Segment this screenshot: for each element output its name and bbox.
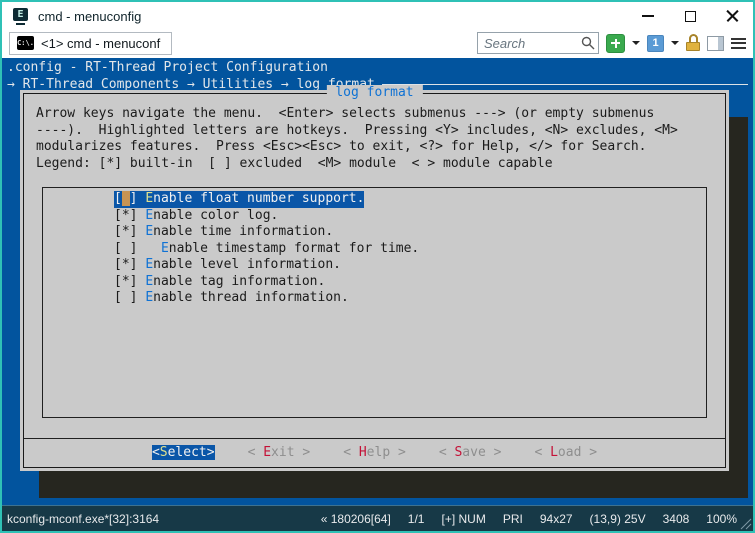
status-right: « 180206[64] 1/1 [+] NUM PRI 94x27 (13,9) 25V… (304, 512, 737, 526)
kconfig-header: .config - RT-Thread Project Configuratio… (7, 60, 328, 75)
tab-label: <1> cmd - menuconf (41, 36, 160, 51)
window-title: cmd - menuconfig (38, 9, 141, 24)
breadcrumb-rule (382, 84, 748, 85)
menu-item[interactable]: [*] Enable color log. (114, 208, 706, 225)
instruction-line: ----). Highlighted letters are hotkeys. … (36, 123, 678, 140)
dialog-instructions: Arrow keys navigate the menu. <Enter> se… (36, 106, 678, 172)
status-segment: 100% (706, 512, 737, 526)
status-segment: « 180206[64] (321, 512, 391, 526)
menu-item[interactable]: [ ] Enable float number support. (114, 191, 706, 208)
close-icon (726, 10, 739, 23)
cmd-icon: C:\. (17, 36, 34, 50)
menu-list: [ ] Enable float number support.[*] Enab… (42, 187, 707, 418)
menu-item[interactable]: [ ] Enable thread information. (114, 290, 706, 307)
resize-grip[interactable] (737, 515, 752, 530)
status-bar: kconfig-mconf.exe*[32]:3164 « 180206[64]… (2, 505, 753, 531)
help-button[interactable]: < Help > (343, 445, 406, 460)
menu-item[interactable]: [*] Enable tag information. (114, 274, 706, 291)
status-process: kconfig-mconf.exe*[32]:3164 (7, 512, 159, 526)
status-segment: [+] NUM (441, 512, 485, 526)
dialog-title: log format (326, 85, 422, 100)
menu-item[interactable]: [ ] Enable timestamp format for time. (114, 241, 706, 258)
select-button[interactable]: <Select> (152, 445, 215, 460)
log-format-dialog: log format Arrow keys navigate the menu.… (20, 90, 729, 471)
maximize-button[interactable] (669, 2, 711, 30)
close-button[interactable] (711, 2, 753, 30)
tab-bar: C:\. <1> cmd - menuconf 1 (2, 30, 753, 58)
toolbar: 1 (477, 32, 746, 54)
maximize-icon (685, 11, 696, 22)
search-box (477, 32, 599, 54)
status-segment: PRI (503, 512, 523, 526)
status-segment: 1/1 (408, 512, 425, 526)
status-segment: 94x27 (540, 512, 573, 526)
active-console-button[interactable]: 1 (647, 35, 664, 52)
console-list-dropdown-icon[interactable] (671, 41, 679, 45)
dialog-frame: log format Arrow keys navigate the menu.… (23, 93, 726, 468)
title-bar: E cmd - menuconfig (2, 2, 753, 30)
button-separator (24, 438, 725, 439)
new-console-button[interactable] (606, 34, 625, 53)
menu-item[interactable]: [*] Enable time information. (114, 224, 706, 241)
menu-item[interactable]: [*] Enable level information. (114, 257, 706, 274)
window-controls (627, 2, 753, 30)
tab-cmd-menuconf[interactable]: C:\. <1> cmd - menuconf (9, 32, 172, 55)
instruction-line: Arrow keys navigate the menu. <Enter> se… (36, 106, 678, 123)
dialog-buttons: <Select> < Exit > < Help > < Save > < Load > (24, 445, 725, 460)
minimize-icon (642, 15, 654, 17)
conemu-app-icon-glyph: E (13, 8, 28, 21)
status-segment: (13,9) 25V (590, 512, 646, 526)
cursor-block (122, 191, 130, 206)
instruction-line: Legend: [*] built-in [ ] excluded <M> mo… (36, 156, 678, 173)
lock-icon[interactable] (686, 34, 700, 52)
new-console-dropdown-icon[interactable] (632, 41, 640, 45)
status-segment: 3408 (663, 512, 690, 526)
save-button[interactable]: < Save > (439, 445, 502, 460)
minimize-button[interactable] (627, 2, 669, 30)
exit-button[interactable]: < Exit > (248, 445, 311, 460)
console-area: .config - RT-Thread Project Configuratio… (2, 58, 753, 505)
instruction-line: modularizes features. Press <Esc><Esc> t… (36, 139, 678, 156)
search-icon (581, 36, 595, 50)
sidebar-toggle-icon[interactable] (707, 36, 724, 51)
menu-icon[interactable] (731, 38, 746, 49)
conemu-window: E cmd - menuconfig C:\. <1> cmd - menuco… (0, 0, 755, 533)
conemu-app-icon: E (12, 8, 29, 25)
load-button[interactable]: < Load > (534, 445, 597, 460)
